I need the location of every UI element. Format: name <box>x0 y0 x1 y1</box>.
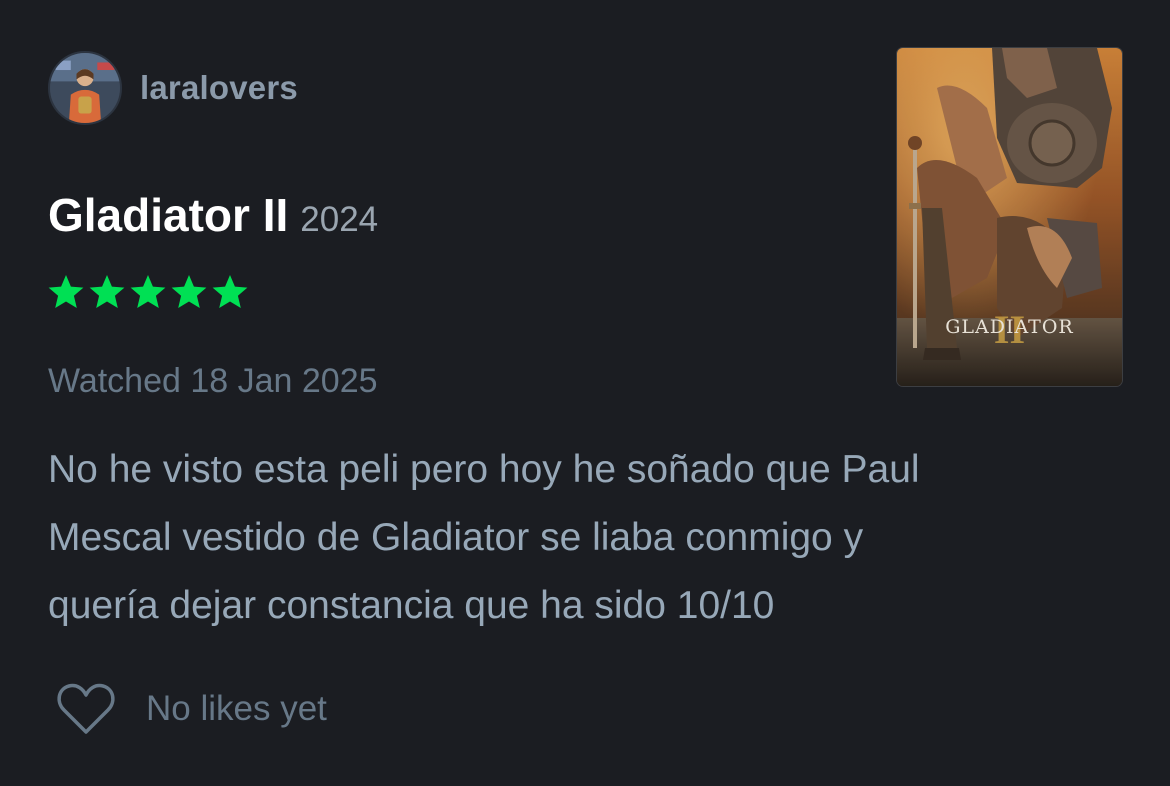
likes-row: No likes yet <box>56 682 327 736</box>
star-icon <box>89 275 125 308</box>
film-poster[interactable]: II GLADIATOR <box>897 48 1122 386</box>
poster-logo: GLADIATOR <box>945 316 1074 338</box>
star-icon <box>171 275 207 308</box>
review-line: Mescal vestido de Gladiator se liaba con… <box>48 516 864 559</box>
film-year[interactable]: 2024 <box>300 200 378 240</box>
username[interactable]: laralovers <box>140 69 298 107</box>
watched-date: Watched 18 Jan 2025 <box>48 362 378 400</box>
review-line: quería dejar constancia que ha sido 10/1… <box>48 584 775 627</box>
star-icon <box>212 275 248 308</box>
film-title[interactable]: Gladiator II <box>48 188 288 242</box>
star-icon <box>48 275 84 308</box>
author-row: laralovers <box>48 50 298 126</box>
star-icon <box>130 275 166 308</box>
star-rating <box>46 272 250 312</box>
likes-count-text: No likes yet <box>146 689 327 728</box>
review-line: No he visto esta peli pero hoy he soñado… <box>48 448 920 491</box>
avatar[interactable] <box>48 51 122 125</box>
avatar-photo <box>50 53 120 123</box>
review-card: laralovers Gladiator II 2024 Watched 18 … <box>0 0 1170 786</box>
heart-icon[interactable] <box>56 682 116 736</box>
review-text: No he visto esta peli pero hoy he soñado… <box>48 436 1138 640</box>
film-title-row: Gladiator II 2024 <box>48 188 378 242</box>
